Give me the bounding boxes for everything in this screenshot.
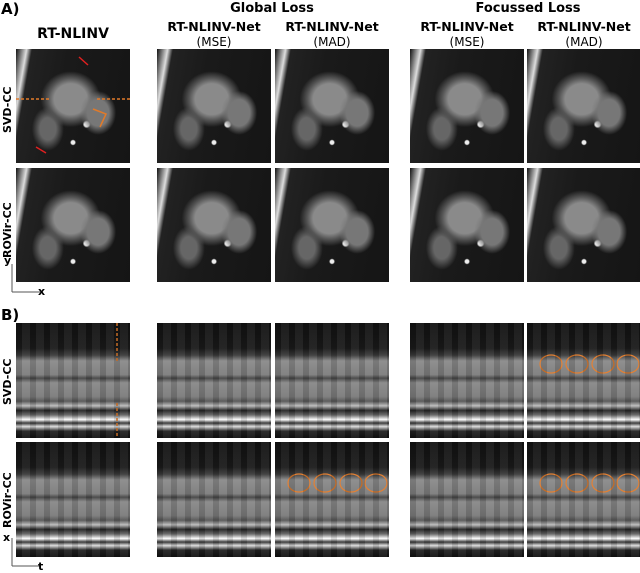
- panel-label-a: A): [1, 0, 20, 18]
- axis-label-b-t: t: [38, 560, 44, 573]
- column-title-focussed-mad: RT-NLINV-Net: [537, 19, 631, 34]
- column-sub-global-mse: (MSE): [196, 35, 232, 49]
- m-mode-image-rovir-cc-focussed-mse: [410, 442, 524, 557]
- row-label-b-svd: SVD-CC: [1, 358, 14, 405]
- row-label-a-svd: SVD-CC: [1, 86, 14, 133]
- m-mode-image-rovir-cc-global-mse: [157, 442, 271, 557]
- m-mode-image-svd-cc-rt-nlinv: [16, 323, 130, 438]
- cine-image-rovir-cc-global-mse: [157, 168, 271, 282]
- column-title-global-mse: RT-NLINV-Net: [167, 19, 261, 34]
- m-mode-image-rovir-cc-rt-nlinv: [16, 442, 130, 557]
- m-mode-image-rovir-cc-global-mad: [275, 442, 389, 557]
- cine-image-svd-cc-focussed-mad: [527, 49, 640, 163]
- m-mode-image-svd-cc-global-mad: [275, 323, 389, 438]
- panel-label-b: B): [1, 306, 20, 324]
- axis-label-a-y: y: [4, 254, 12, 267]
- group-title-global: Global Loss: [230, 1, 314, 16]
- cine-image-svd-cc-rt-nlinv: [16, 49, 130, 163]
- column-sub-global-mad: (MAD): [313, 35, 351, 49]
- row-label-a-rovir: ROVir-CC: [1, 202, 14, 258]
- m-mode-image-rovir-cc-focussed-mad: [527, 442, 640, 557]
- group-title-focussed: Focussed Loss: [475, 1, 581, 16]
- m-mode-image-svd-cc-focussed-mse: [410, 323, 524, 438]
- column-sub-focussed-mad: (MAD): [565, 35, 603, 49]
- artifact-circles: [539, 354, 640, 374]
- cine-image-rovir-cc-focussed-mse: [410, 168, 524, 282]
- axis-label-b-x: x: [3, 531, 11, 544]
- m-mode-image-svd-cc-focussed-mad: [527, 323, 640, 438]
- m-mode-image-svd-cc-global-mse: [157, 323, 271, 438]
- row-label-b-rovir: ROVir-CC: [1, 472, 14, 528]
- profile-line-marker: [116, 323, 118, 438]
- figure: A) B) Global Loss Focussed Loss RT-NLINV…: [0, 0, 640, 573]
- cine-image-rovir-cc-focussed-mad: [527, 168, 640, 282]
- cine-image-rovir-cc-rt-nlinv: [16, 168, 130, 282]
- cine-image-rovir-cc-global-mad: [275, 168, 389, 282]
- column-title-global-mad: RT-NLINV-Net: [285, 19, 379, 34]
- cine-image-svd-cc-global-mse: [157, 49, 271, 163]
- cine-image-svd-cc-global-mad: [275, 49, 389, 163]
- artifact-circles: [287, 473, 388, 493]
- column-sub-focussed-mse: (MSE): [449, 35, 485, 49]
- cine-image-svd-cc-focussed-mse: [410, 49, 524, 163]
- column-title-rt-nlinv: RT-NLINV: [37, 26, 109, 42]
- annotation-overlay: [16, 56, 130, 154]
- artifact-circles: [539, 473, 640, 493]
- axis-label-a-x: x: [38, 285, 46, 298]
- column-title-focussed-mse: RT-NLINV-Net: [420, 19, 514, 34]
